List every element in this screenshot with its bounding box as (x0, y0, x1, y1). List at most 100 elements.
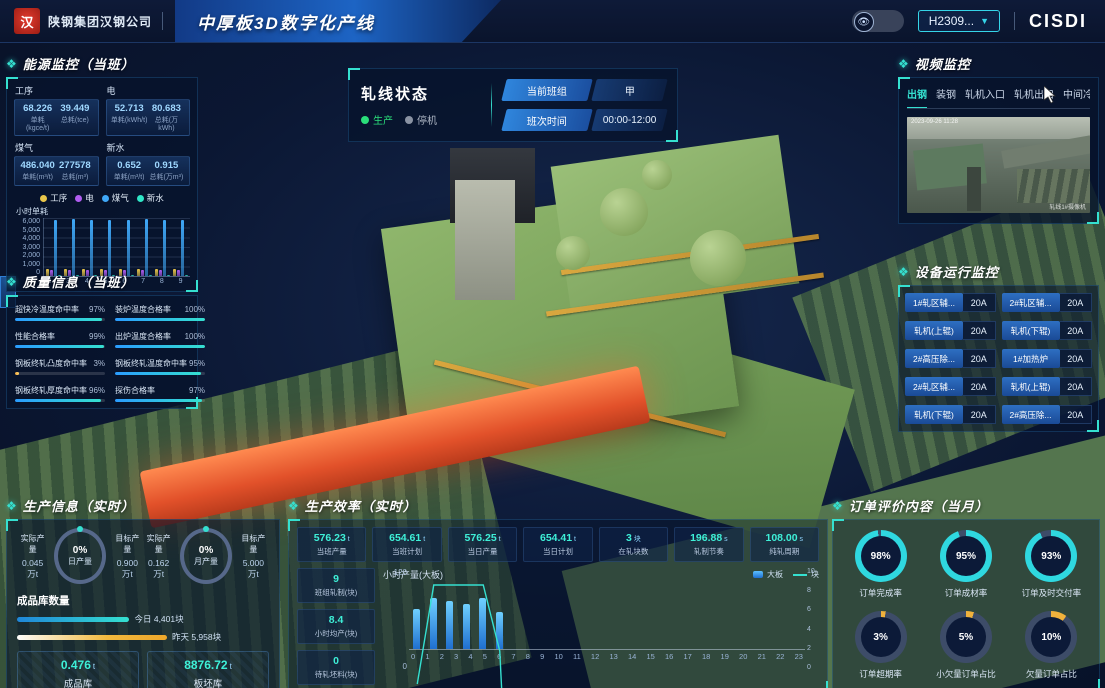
order-ring-gauge: 3% (855, 611, 907, 663)
energy-bar (145, 219, 148, 276)
bar-group (137, 218, 152, 276)
dashboard-root: 汉 陕钢集团汉钢公司 中厚板3D数字化产线 👁 H2309... ▼ CISDI… (0, 0, 1105, 688)
drive-drum (600, 188, 648, 236)
quality-metric: 钢板终轧凸度命中率3% (15, 358, 105, 375)
order-ring: 10%欠量订单占比 (1025, 611, 1077, 680)
output-gauges: 实际产量0.045 万t0%日产量目标产量0.900 万t实际产量0.162 万… (17, 528, 269, 584)
stock-title: 成品库数量 (17, 593, 269, 608)
energy-card-name: 新水 (107, 141, 191, 154)
energy-total-consumption: 0.915总耗(万m³) (148, 160, 185, 182)
output-gauge-group: 实际产量0.045 万t0%日产量目标产量0.900 万t (17, 528, 143, 584)
efficiency-stat: 576.25 t当日产量 (448, 527, 517, 562)
quality-progress-fill (15, 399, 101, 402)
order-rings-bottom: 3%订单超期率5%小欠量订单占比10%欠量订单占比 (841, 611, 1091, 680)
panel-order-evaluation: ❖ 订单评价内容（当月） 98%订单完成率95%订单成材率93%订单及时交付率 … (832, 496, 1100, 688)
camera-tab-0[interactable]: 出钢 (907, 86, 927, 104)
stock-bars: 今日 4,401块昨天 5,958块 (17, 613, 269, 643)
drive-drum (642, 160, 672, 190)
quality-progress-track (115, 345, 205, 348)
panel-quality-info: ❖ 质量信息（当班） 超快冷温度命中率97%装炉温度合格率100%性能合格率99… (6, 272, 198, 409)
status-legend-item[interactable]: 生产 (361, 112, 393, 127)
panel-video-monitor: ❖ 视频监控 出钢装钢轧机入口轧机出口中间冷电加热 2023-09-26 11:… (898, 54, 1099, 224)
device-label-chip: 轧机(下辊) (1002, 321, 1060, 340)
stock-bar-row: 昨天 5,958块 (17, 631, 269, 643)
energy-card: 新水 0.652单耗(m³/t)0.915总耗(万m³) (106, 141, 191, 186)
y-tick: 8 (807, 587, 819, 594)
energy-card-name: 电 (107, 84, 191, 97)
y-tick: 6,000 (22, 218, 40, 225)
stock-bar-row: 今日 4,401块 (17, 613, 269, 625)
header-divider (162, 12, 163, 30)
device-status-item: 2#轧区辅...20A (1002, 293, 1093, 312)
output-ring: 0%月产量 (180, 528, 231, 584)
feed-timestamp: 2023-09-26 11:28 (911, 119, 958, 125)
legend-item: 工序 (40, 192, 67, 204)
cisdi-logo: CISDI (1029, 11, 1087, 32)
visibility-toggle[interactable]: 👁 (852, 10, 904, 32)
feed-shape (967, 167, 981, 211)
device-label-chip: 2#高压除... (905, 349, 963, 368)
actual-output: 实际产量0.045 万t (17, 533, 48, 580)
energy-bar (127, 220, 130, 276)
quality-progress-fill (115, 345, 205, 348)
output-ring: 0%日产量 (54, 528, 105, 584)
diamond-icon: ❖ (6, 276, 17, 288)
hourly-output-chart: 小时产量(大板) 大板块 1200 1086420 01234567891011… (383, 568, 819, 685)
warehouse-card: 0.476t成品库 (17, 651, 139, 688)
energy-card: 煤气486.040单耗(m³/t)277578总耗(m³) (14, 141, 99, 186)
quality-metric-row: 钢板终轧温度命中率95% (115, 358, 205, 369)
energy-bar (181, 220, 184, 276)
device-label-chip: 2#轧区辅... (1002, 293, 1060, 312)
efficiency-stat: 3 块在轧块数 (599, 527, 668, 562)
energy-cards: 工序68.226单耗(kgce/t)39.449总耗(tce)电52.713单耗… (14, 84, 190, 186)
y-tick: 2 (807, 645, 819, 652)
stock-cards: 0.476t成品库8876.72t板坯库 (17, 651, 269, 688)
drive-drum (556, 236, 590, 270)
efficiency-side-stat: 0待轧坯料(块) (297, 650, 375, 685)
energy-unit-consumption: 68.226单耗(kgce/t) (19, 103, 56, 132)
energy-card-name: 工序 (15, 84, 99, 97)
order-ring-label: 订单完成率 (855, 587, 907, 599)
status-legend-item[interactable]: 停机 (405, 112, 437, 127)
heat-number-value: H2309... (929, 14, 974, 28)
camera-tab-1[interactable]: 装钢 (936, 86, 956, 104)
shift-info-value: 00:00-12:00 (591, 109, 667, 131)
order-ring: 95%订单成材率 (940, 530, 992, 599)
device-status-item: 轧机(下辊)20A (1002, 321, 1093, 340)
energy-card-body: 0.652单耗(m³/t)0.915总耗(万m³) (106, 156, 191, 186)
camera-tab-2[interactable]: 轧机入口 (965, 86, 1005, 104)
camera-tab-4[interactable]: 中间冷 (1063, 86, 1090, 104)
y-tick: 5,000 (22, 227, 40, 234)
shift-info-row: 当前班组甲 (504, 79, 665, 101)
quality-metric-row: 钢板终轧厚度命中率96% (15, 385, 105, 396)
diamond-icon: ❖ (6, 500, 17, 512)
panel-production-efficiency: ❖ 生产效率（实时） 576.23 t当班产量654.61 t当班计划576.2… (288, 496, 828, 688)
y-axis-right: 1086420 (807, 568, 819, 671)
order-ring-gauge: 5% (940, 611, 992, 663)
camera-feed[interactable]: 2023-09-26 11:28 轧线1#摄像机 (907, 117, 1090, 213)
bar-group (155, 218, 170, 276)
efficiency-side-stats: 9班组轧制(块)8.4小时均产(块)0待轧坯料(块) (297, 568, 375, 685)
order-ring: 98%订单完成率 (855, 530, 907, 599)
quality-metric: 超快冷温度命中率97% (15, 304, 105, 321)
energy-bar (72, 219, 75, 276)
energy-chart-legend: 工序电煤气新水 (14, 192, 190, 204)
quality-progress-fill (15, 345, 104, 348)
energy-unit-consumption: 0.652单耗(m³/t) (111, 160, 148, 182)
heat-number-dropdown[interactable]: H2309... ▼ (918, 10, 1000, 32)
quality-metrics: 超快冷温度命中率97%装炉温度合格率100%性能合格率99%出炉温度合格率100… (15, 304, 189, 402)
diamond-icon: ❖ (6, 58, 17, 70)
quality-metric: 性能合格率99% (15, 331, 105, 348)
energy-card: 电52.713单耗(kWh/t)80.683总耗(万kWh) (106, 84, 191, 136)
legend-item: 电 (75, 192, 94, 204)
efficiency-side-stat: 8.4小时均产(块) (297, 609, 375, 644)
device-current-value: 20A (963, 377, 996, 396)
energy-card-body: 486.040单耗(m³/t)277578总耗(m³) (14, 156, 99, 186)
quality-progress-track (15, 372, 105, 375)
mouse-cursor (1044, 86, 1058, 104)
y-tick: 4,000 (22, 235, 40, 242)
energy-bar (108, 220, 111, 276)
order-ring: 93%订单及时交付率 (1022, 530, 1082, 599)
device-status-item: 轧机(下辊)20A (905, 405, 996, 424)
device-current-value: 20A (963, 321, 996, 340)
